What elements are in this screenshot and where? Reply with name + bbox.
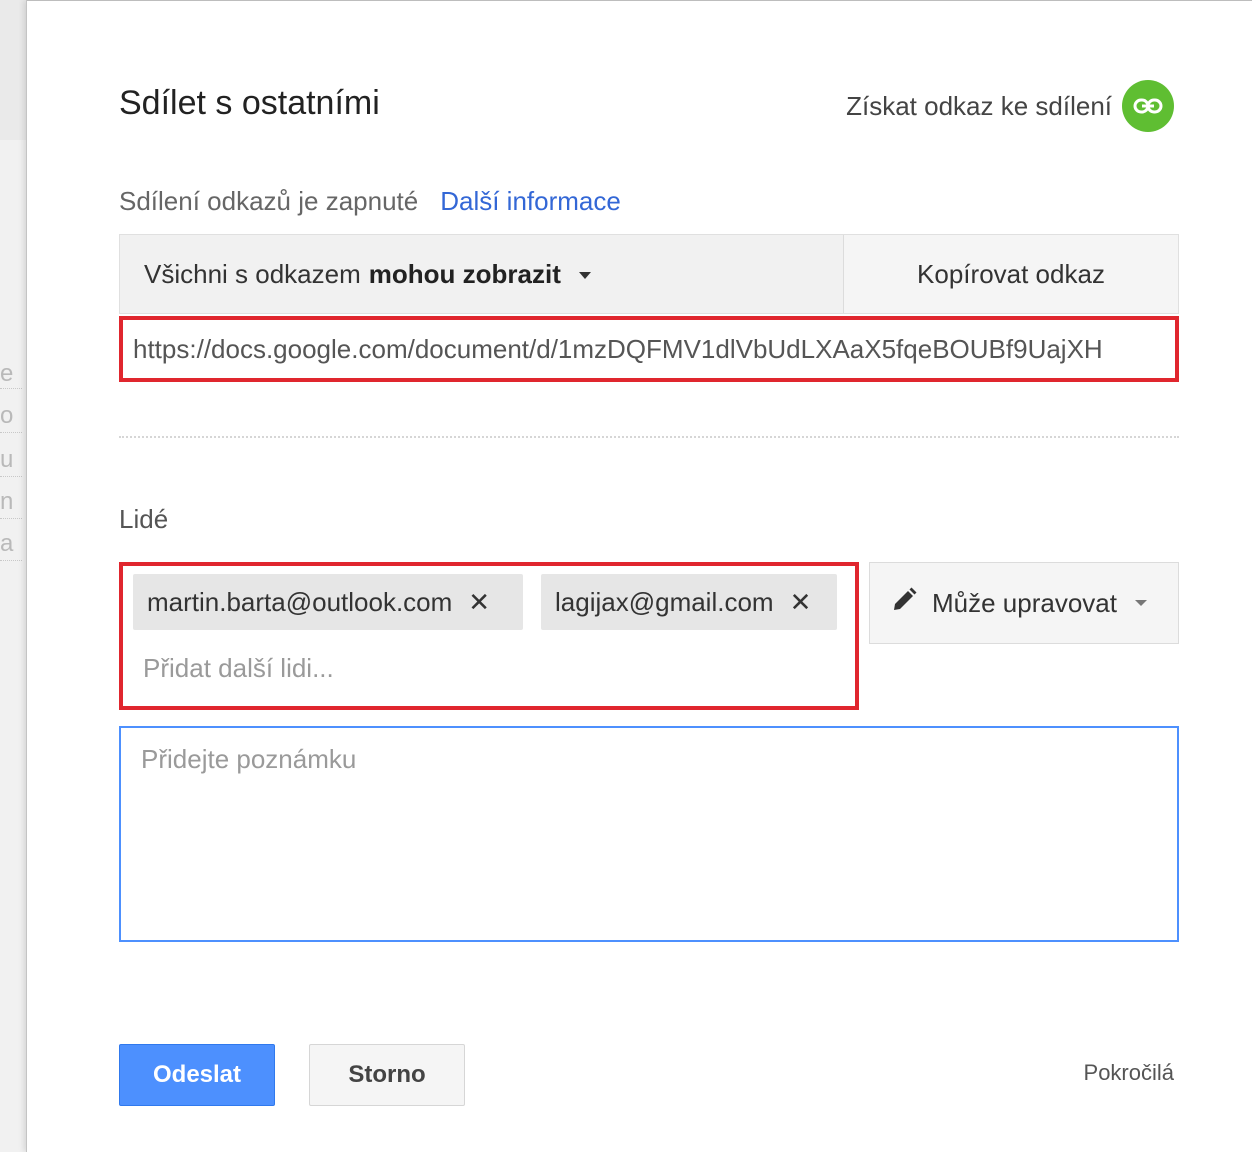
link-sharing-status: Sdílení odkazů je zapnuté xyxy=(119,186,419,216)
dialog-title: Sdílet s ostatními xyxy=(119,84,380,122)
background-divider xyxy=(0,560,22,562)
link-permission-value: mohou zobrazit xyxy=(368,258,561,289)
close-icon[interactable]: ✕ xyxy=(468,587,490,618)
section-divider xyxy=(119,436,1179,438)
background-divider xyxy=(0,432,22,434)
role-dropdown[interactable]: Může upravovat xyxy=(869,562,1179,644)
link-permission-prefix: Všichni s odkazem xyxy=(144,258,361,289)
share-url-field-wrapper xyxy=(119,316,1179,382)
note-textarea[interactable] xyxy=(139,742,1163,930)
recipient-email: martin.barta@outlook.com xyxy=(147,586,453,617)
background-document: e o u n a xyxy=(0,0,26,1152)
note-field-wrapper xyxy=(119,726,1179,942)
get-share-link-label: Získat odkaz ke sdílení xyxy=(846,90,1112,121)
link-sharing-status-row: Sdílení odkazů je zapnuté Další informac… xyxy=(119,186,621,217)
link-icon xyxy=(1122,80,1174,132)
chevron-down-icon xyxy=(578,271,591,279)
background-text-fragment: n xyxy=(0,488,14,515)
cancel-button[interactable]: Storno xyxy=(309,1044,465,1106)
send-button[interactable]: Odeslat xyxy=(119,1044,275,1106)
more-info-link[interactable]: Další informace xyxy=(440,186,621,217)
background-divider xyxy=(0,518,22,520)
recipient-chip: lagijax@gmail.com ✕ xyxy=(541,574,837,630)
add-people-input[interactable] xyxy=(141,652,745,685)
chevron-down-icon xyxy=(1134,600,1147,606)
role-label: Může upravovat xyxy=(932,587,1117,618)
copy-link-button[interactable]: Kopírovat odkaz xyxy=(844,235,1178,313)
background-text-fragment: u xyxy=(0,446,14,473)
background-toolbar xyxy=(0,0,26,140)
people-label: Lidé xyxy=(119,504,169,534)
background-text-fragment: o xyxy=(0,402,14,429)
background-text-fragment: a xyxy=(0,530,14,557)
background-text-fragment: e xyxy=(0,360,14,387)
people-input-box[interactable]: martin.barta@outlook.com ✕ lagijax@gmail… xyxy=(119,562,859,710)
pencil-icon xyxy=(890,586,918,621)
share-url-field[interactable] xyxy=(131,332,1175,366)
link-settings-bar: Všichni s odkazem mohou zobrazit Kopírov… xyxy=(119,234,1179,314)
link-permission-dropdown[interactable]: Všichni s odkazem mohou zobrazit xyxy=(120,235,844,313)
share-dialog: Sdílet s ostatními Získat odkaz ke sdíle… xyxy=(26,0,1252,1152)
advanced-link[interactable]: Pokročilá xyxy=(1084,1060,1174,1086)
get-share-link-button[interactable]: Získat odkaz ke sdílení xyxy=(846,80,1174,132)
background-divider xyxy=(0,476,22,478)
recipient-chip: martin.barta@outlook.com ✕ xyxy=(133,574,523,630)
dialog-top-border xyxy=(27,0,1252,1)
background-divider xyxy=(0,388,22,390)
recipient-email: lagijax@gmail.com xyxy=(555,586,774,617)
close-icon[interactable]: ✕ xyxy=(790,587,812,618)
